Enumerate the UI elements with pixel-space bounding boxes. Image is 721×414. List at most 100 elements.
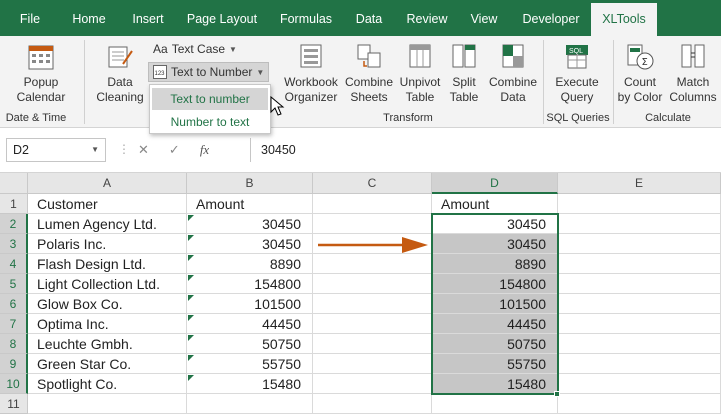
cell-customer[interactable]: Leuchte Gmbh. (28, 334, 187, 354)
fill-handle[interactable] (554, 391, 560, 397)
tab-review[interactable]: Review (398, 0, 456, 36)
column-header-a[interactable]: A (28, 173, 187, 194)
popup-calendar-button[interactable]: Popup Calendar (6, 42, 76, 105)
tab-xltools[interactable]: XLTools (591, 3, 657, 36)
cell-amount-text[interactable]: 44450 (187, 314, 313, 334)
workbook-organizer-button[interactable]: Workbook Organizer (282, 42, 340, 105)
cell-customer[interactable]: Spotlight Co. (28, 374, 187, 394)
cell-empty[interactable] (313, 374, 432, 394)
cell-empty[interactable] (313, 354, 432, 374)
row-header[interactable]: 5 (0, 274, 28, 294)
cell-customer[interactable]: Flash Design Ltd. (28, 254, 187, 274)
cell-e1[interactable] (558, 194, 721, 214)
cell-e11[interactable] (558, 394, 721, 414)
cell-a11[interactable] (28, 394, 187, 414)
cell-c11[interactable] (313, 394, 432, 414)
tab-insert[interactable]: Insert (122, 0, 174, 36)
tab-formulas[interactable]: Formulas (272, 0, 340, 36)
cell-empty[interactable] (558, 274, 721, 294)
cell-b11[interactable] (187, 394, 313, 414)
formula-input[interactable]: 30450 (250, 138, 721, 162)
column-header-b[interactable]: B (187, 173, 313, 194)
tab-file[interactable]: File (8, 0, 52, 36)
split-table-button[interactable]: Split Table (444, 42, 484, 105)
row-header[interactable]: 3 (0, 234, 28, 254)
cell-customer[interactable]: Polaris Inc. (28, 234, 187, 254)
row-header[interactable]: 1 (0, 194, 28, 214)
enter-icon[interactable]: ✓ (169, 142, 180, 158)
cell-empty[interactable] (558, 254, 721, 274)
cell-amount-number[interactable]: 50750 (432, 334, 558, 354)
combine-sheets-button[interactable]: Combine Sheets (341, 42, 397, 105)
row-header[interactable]: 2 (0, 214, 28, 234)
cell-amount-number[interactable]: 44450 (432, 314, 558, 334)
cell-customer[interactable]: Lumen Agency Ltd. (28, 214, 187, 234)
cell-amount-text[interactable]: 8890 (187, 254, 313, 274)
unpivot-table-button[interactable]: Unpivot Table (396, 42, 444, 105)
row-header[interactable]: 9 (0, 354, 28, 374)
match-columns-button[interactable]: Match Columns (666, 42, 720, 105)
cell-empty[interactable] (558, 314, 721, 334)
tab-data[interactable]: Data (348, 0, 390, 36)
cell-a1-header[interactable]: Customer (28, 194, 187, 214)
tab-page-layout[interactable]: Page Layout (180, 0, 264, 36)
cell-amount-number[interactable]: 15480 (432, 374, 558, 394)
cell-empty[interactable] (313, 254, 432, 274)
combine-data-button[interactable]: Combine Data (485, 42, 541, 105)
count-by-color-button[interactable]: Σ Count by Color (614, 42, 666, 105)
cell-amount-text[interactable]: 55750 (187, 354, 313, 374)
cell-empty[interactable] (558, 294, 721, 314)
cell-amount-number[interactable]: 30450 (432, 234, 558, 254)
cell-amount-text[interactable]: 154800 (187, 274, 313, 294)
cell-empty[interactable] (313, 294, 432, 314)
cell-d11[interactable] (432, 394, 558, 414)
cell-amount-number[interactable]: 8890 (432, 254, 558, 274)
row-header[interactable]: 6 (0, 294, 28, 314)
cell-empty[interactable] (558, 234, 721, 254)
menu-item-text-to-number[interactable]: Text to number (152, 88, 268, 110)
row-header[interactable]: 8 (0, 334, 28, 354)
cell-amount-number[interactable]: 30450 (432, 214, 558, 234)
cell-empty[interactable] (558, 214, 721, 234)
cell-amount-text[interactable]: 30450 (187, 234, 313, 254)
row-header[interactable]: 7 (0, 314, 28, 334)
cell-amount-number[interactable]: 55750 (432, 354, 558, 374)
column-header-d[interactable]: D (432, 173, 558, 194)
row-header[interactable]: 4 (0, 254, 28, 274)
insert-function-icon[interactable]: fx (200, 142, 209, 158)
cell-c1[interactable] (313, 194, 432, 214)
column-header-c[interactable]: C (313, 173, 432, 194)
cell-empty[interactable] (313, 274, 432, 294)
cancel-icon[interactable]: ✕ (138, 142, 149, 158)
cell-d1-header[interactable]: Amount (432, 194, 558, 214)
cell-empty[interactable] (558, 374, 721, 394)
cell-empty[interactable] (313, 314, 432, 334)
text-case-button[interactable]: Aa Text Case ▼ (153, 42, 237, 56)
chevron-down-icon[interactable]: ▼ (91, 139, 99, 161)
cell-amount-text[interactable]: 30450 (187, 214, 313, 234)
cell-amount-text[interactable]: 50750 (187, 334, 313, 354)
cell-customer[interactable]: Light Collection Ltd. (28, 274, 187, 294)
select-all-corner[interactable] (0, 173, 28, 194)
cell-b1-header[interactable]: Amount (187, 194, 313, 214)
tab-home[interactable]: Home (64, 0, 114, 36)
cell-amount-text[interactable]: 15480 (187, 374, 313, 394)
row-header[interactable]: 11 (0, 394, 28, 414)
cell-empty[interactable] (313, 214, 432, 234)
cell-customer[interactable]: Optima Inc. (28, 314, 187, 334)
cell-amount-text[interactable]: 101500 (187, 294, 313, 314)
name-box[interactable]: D2 ▼ (6, 138, 106, 162)
cell-customer[interactable]: Glow Box Co. (28, 294, 187, 314)
menu-item-number-to-text[interactable]: Number to text (152, 111, 268, 133)
column-header-e[interactable]: E (558, 173, 721, 194)
cell-customer[interactable]: Green Star Co. (28, 354, 187, 374)
cell-amount-number[interactable]: 154800 (432, 274, 558, 294)
cell-empty[interactable] (558, 354, 721, 374)
text-to-number-button[interactable]: 123 Text to Number ▼ (148, 62, 270, 82)
row-header[interactable]: 10 (0, 374, 28, 394)
cell-amount-number[interactable]: 101500 (432, 294, 558, 314)
cell-empty[interactable] (313, 334, 432, 354)
cell-empty[interactable] (558, 334, 721, 354)
execute-query-button[interactable]: SQL Execute Query (548, 42, 606, 105)
data-cleaning-button[interactable]: Data Cleaning (90, 42, 150, 105)
